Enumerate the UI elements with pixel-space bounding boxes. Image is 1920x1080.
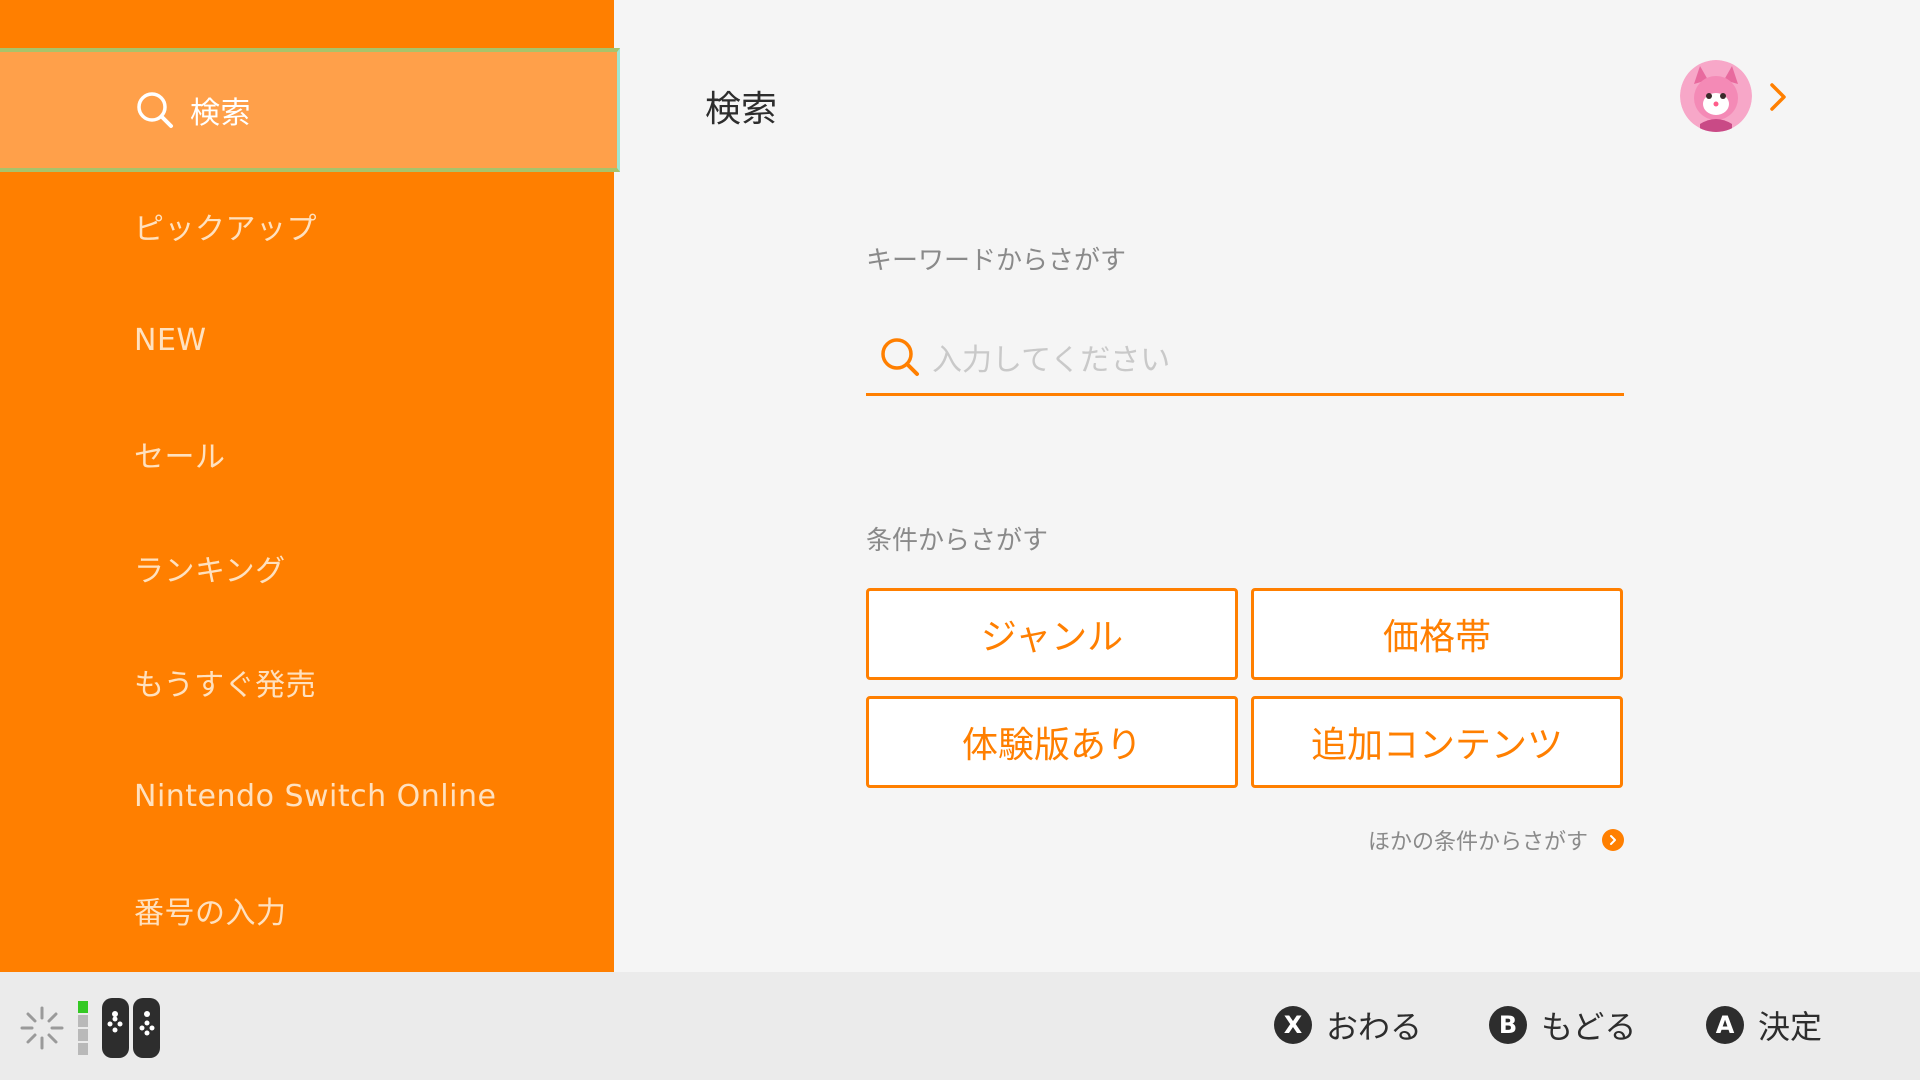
a-button-icon: A xyxy=(1706,1006,1744,1044)
conditions-section-label: 条件からさがす xyxy=(866,526,1049,556)
add-on-content-button[interactable]: 追加コンテンツ xyxy=(1251,696,1623,788)
loading-icon xyxy=(18,1004,66,1052)
quit-button[interactable]: X おわる xyxy=(1274,1002,1422,1048)
sidebar-item-nintendo-switch-online[interactable]: Nintendo Switch Online xyxy=(0,739,614,853)
sidebar-item-label: セール xyxy=(134,440,226,475)
other-conditions-label: ほかの条件からさがす xyxy=(1367,830,1588,855)
sidebar-item-sale[interactable]: セール xyxy=(0,397,614,511)
status-icons xyxy=(18,996,162,1060)
sidebar-item-label: ピックアップ xyxy=(134,212,317,247)
search-icon xyxy=(878,335,922,379)
search-icon xyxy=(134,89,176,131)
battery-icon xyxy=(76,999,90,1057)
sidebar-item-label: 検索 xyxy=(190,96,251,131)
other-conditions-link[interactable]: ほかの条件からさがす xyxy=(1300,820,1624,860)
sidebar-item-pickup[interactable]: ピックアップ xyxy=(0,169,614,283)
sidebar-item-label: Nintendo Switch Online xyxy=(134,778,497,814)
sidebar-item-label: 番号の入力 xyxy=(134,896,287,931)
sidebar-item-label: NEW xyxy=(134,322,207,358)
page-title: 検索 xyxy=(705,89,778,130)
sidebar-item-new[interactable]: NEW xyxy=(0,283,614,397)
genre-button[interactable]: ジャンル xyxy=(866,588,1238,680)
confirm-button[interactable]: A 決定 xyxy=(1706,1002,1822,1048)
demo-available-button[interactable]: 体験版あり xyxy=(866,696,1238,788)
search-input[interactable]: 入力してください xyxy=(866,320,1624,396)
eshop-search-screen: 検索 ピックアップ NEW セール ランキング もうすぐ発売 Nintendo … xyxy=(0,0,1920,1080)
footer-bar: X おわる B もどる A 決定 xyxy=(0,972,1920,1080)
chevron-right-icon xyxy=(1602,829,1624,851)
sidebar: 検索 ピックアップ NEW セール ランキング もうすぐ発売 Nintendo … xyxy=(0,0,620,972)
sidebar-item-enter-code[interactable]: 番号の入力 xyxy=(0,853,614,967)
quit-label: おわる xyxy=(1326,1008,1423,1046)
sidebar-item-search[interactable]: 検索 xyxy=(0,48,620,172)
back-label: もどる xyxy=(1541,1008,1637,1046)
sidebar-item-label: ランキング xyxy=(134,554,286,589)
sidebar-item-label: もうすぐ発売 xyxy=(134,668,317,703)
sidebar-item-ranking[interactable]: ランキング xyxy=(0,511,614,625)
avatar-icon xyxy=(1680,60,1752,132)
sidebar-item-coming-soon[interactable]: もうすぐ発売 xyxy=(0,625,614,739)
avatar[interactable] xyxy=(1680,60,1752,132)
back-button[interactable]: B もどる xyxy=(1489,1002,1636,1048)
keyword-section-label: キーワードからさがす xyxy=(866,246,1127,276)
price-range-button[interactable]: 価格帯 xyxy=(1251,588,1623,680)
joycon-icon xyxy=(100,996,162,1060)
confirm-label: 決定 xyxy=(1758,1008,1823,1046)
chevron-right-icon[interactable] xyxy=(1764,80,1792,114)
x-button-icon: X xyxy=(1274,1006,1312,1044)
b-button-icon: B xyxy=(1489,1006,1527,1044)
search-placeholder: 入力してください xyxy=(932,342,1171,378)
